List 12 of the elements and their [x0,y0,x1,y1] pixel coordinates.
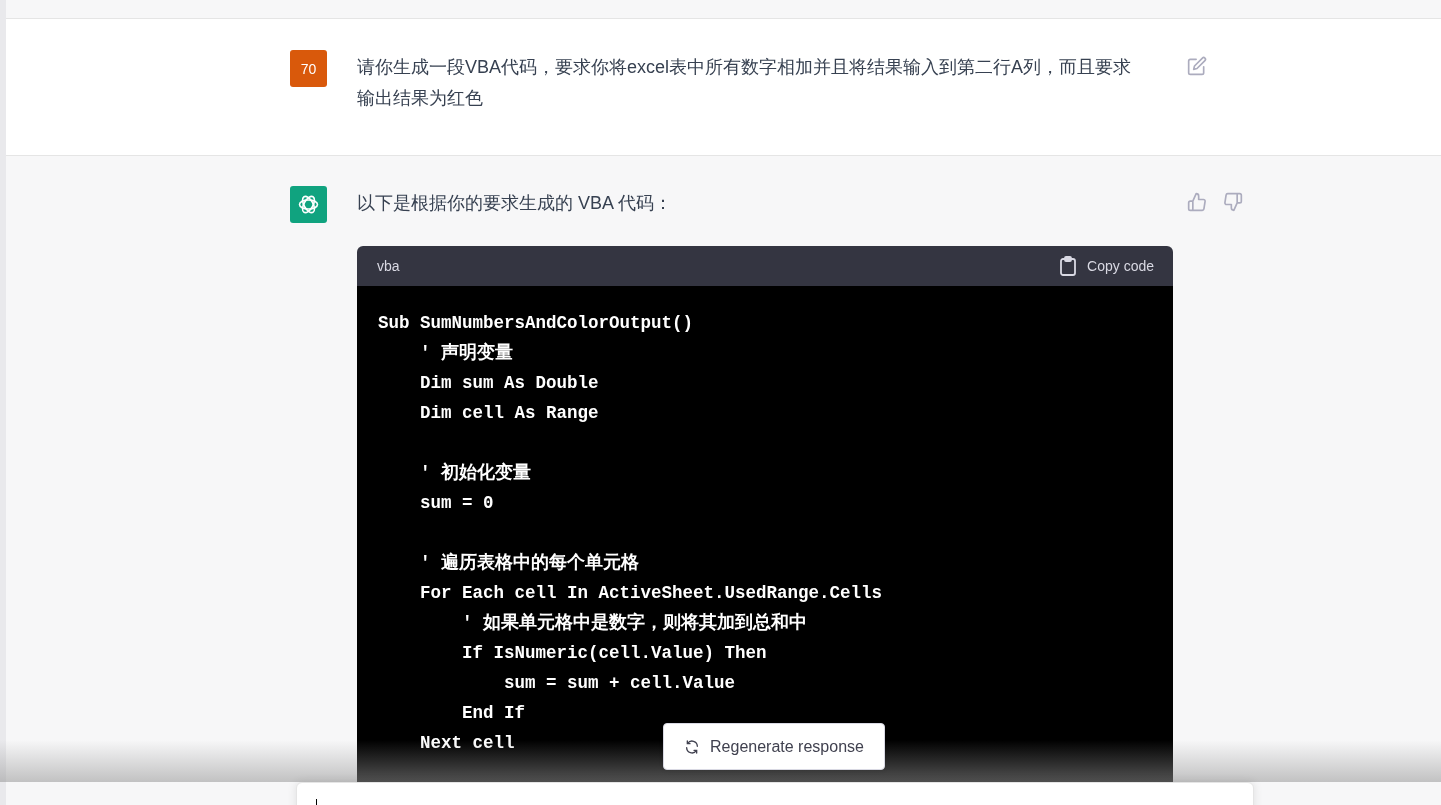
clipboard-icon [1059,256,1078,276]
logo-icon [290,186,327,223]
thumbs-down-icon[interactable] [1223,192,1243,212]
code-language: vba [377,258,400,274]
regenerate-button[interactable]: Regenerate response [663,723,885,770]
message-text: 以下是根据你的要求生成的 VBA 代码： [357,192,674,215]
refresh-icon [684,738,701,755]
user-avatar: 70 [290,50,327,87]
copy-code-button[interactable]: Copy code [1059,256,1154,276]
thumbs-up-icon[interactable] [1187,192,1207,212]
edit-icon[interactable] [1187,56,1207,76]
message-text: 请你生成一段VBA代码，要求你将excel表中所有数字相加并且将结果输入到第二行A列，而且要求输出结果为红色 [357,56,1133,110]
